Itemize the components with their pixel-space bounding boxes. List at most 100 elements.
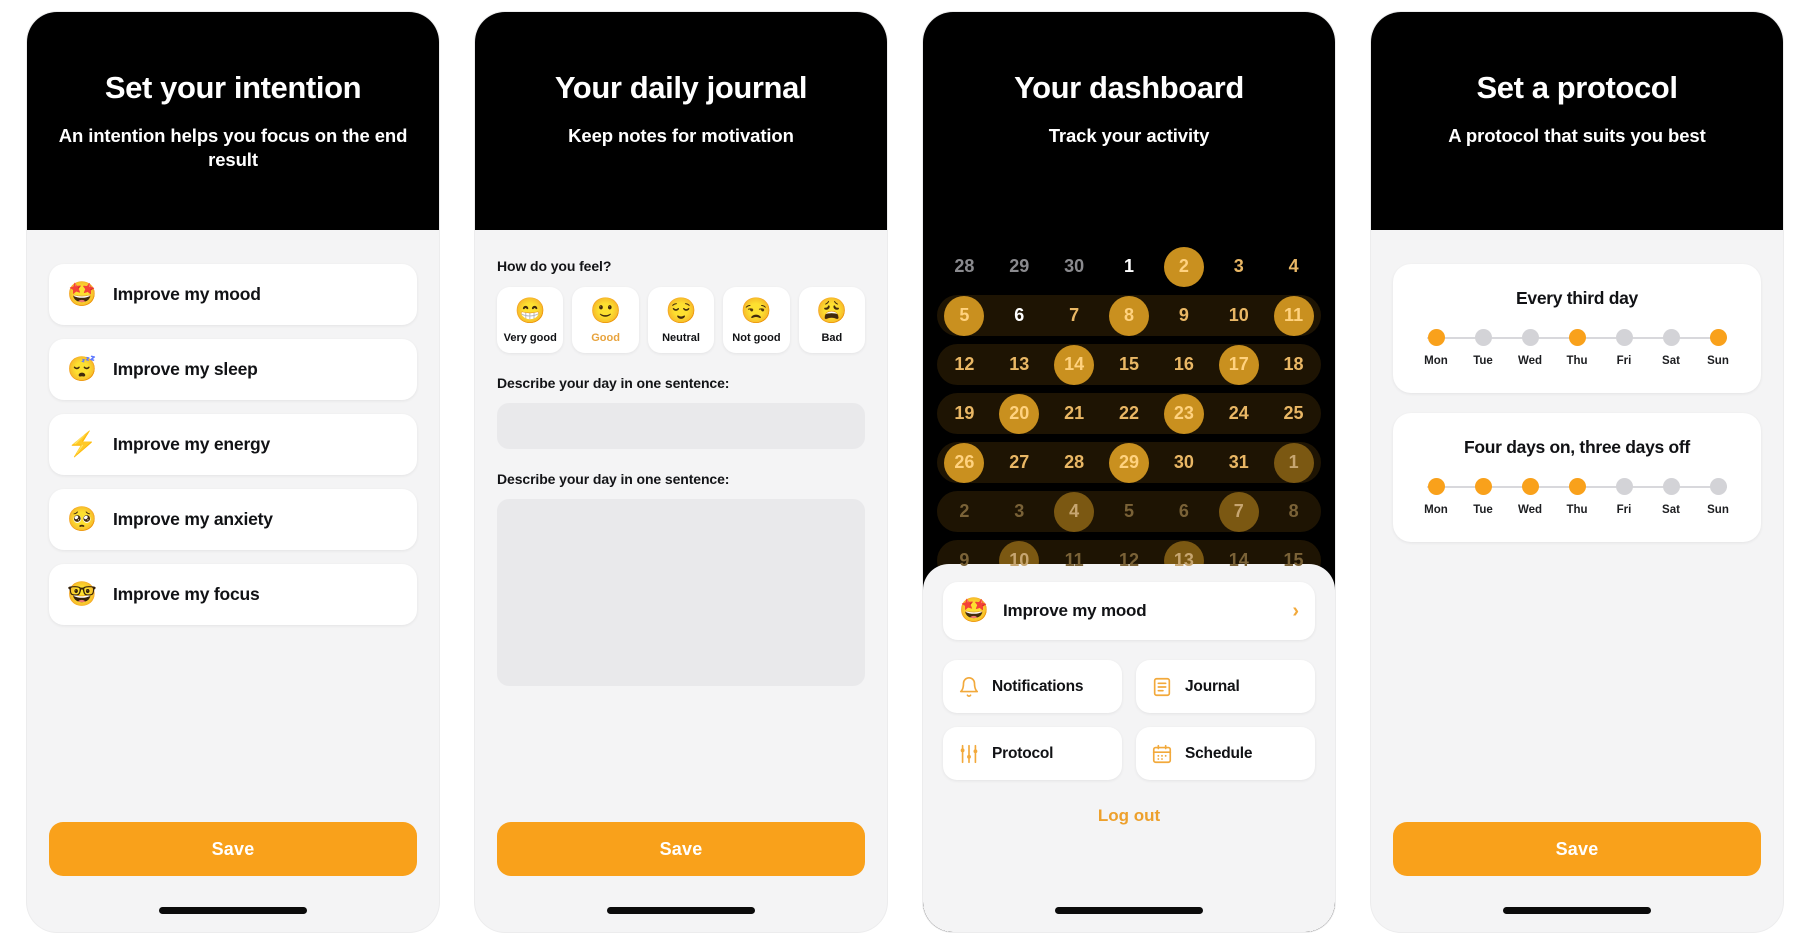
- calendar-day-cell[interactable]: 11: [1266, 295, 1321, 336]
- tile-label: Schedule: [1185, 744, 1253, 762]
- calendar-day-number: 13: [1173, 550, 1194, 570]
- save-button[interactable]: Save: [49, 822, 417, 876]
- day-label: Mon: [1424, 504, 1448, 516]
- calendar-day-cell[interactable]: 30: [1156, 442, 1211, 483]
- mood-option-bad[interactable]: 😩 Bad: [798, 287, 866, 354]
- tile-journal[interactable]: Journal: [1136, 660, 1315, 713]
- calendar-day-cell[interactable]: 10: [1211, 295, 1266, 336]
- list-item-label: Improve my sleep: [113, 359, 258, 379]
- calendar-day-cell[interactable]: 20: [992, 393, 1047, 434]
- calendar-day-cell[interactable]: 26: [937, 442, 992, 483]
- calendar-day-cell[interactable]: 7: [1211, 491, 1266, 532]
- calendar-day-cell[interactable]: 29: [992, 246, 1047, 287]
- calendar-day-cell[interactable]: 22: [1102, 393, 1157, 434]
- tile-notifications[interactable]: Notifications: [943, 660, 1122, 713]
- mood-option-not-good[interactable]: 😒 Not good: [723, 287, 790, 354]
- calendar-day-cell[interactable]: 5: [1102, 491, 1157, 532]
- calendar-day-number: 1: [1123, 256, 1134, 276]
- mood-option-very-good[interactable]: 😁 Very good: [497, 287, 564, 354]
- list-item[interactable]: 🥺 Improve my anxiety: [49, 489, 417, 550]
- calendar-day-cell[interactable]: 9: [1156, 295, 1211, 336]
- calendar-day-cell[interactable]: 27: [992, 442, 1047, 483]
- calendar-day-cell[interactable]: 8: [1102, 295, 1157, 336]
- calendar-icon: [1151, 743, 1173, 765]
- calendar-day-number: 3: [1233, 256, 1244, 276]
- protocol-day-toggle[interactable]: Sun: [1699, 478, 1737, 516]
- protocol-day-toggle[interactable]: Mon: [1417, 478, 1455, 516]
- day-label: Sat: [1662, 355, 1680, 367]
- day-dot-icon: [1521, 478, 1539, 495]
- lightning-bolt-emoji-icon: ⚡: [67, 430, 97, 458]
- calendar-day-cell[interactable]: 8: [1266, 491, 1321, 532]
- list-item[interactable]: ⚡ Improve my energy: [49, 414, 417, 475]
- protocol-option-title: Four days on, three days off: [1464, 437, 1690, 457]
- protocol-day-toggle[interactable]: Fri: [1605, 478, 1643, 516]
- calendar-day-number: 18: [1283, 354, 1304, 374]
- calendar-day-cell[interactable]: 4: [1266, 246, 1321, 287]
- calendar-day-cell[interactable]: 6: [1156, 491, 1211, 532]
- list-item-label: Improve my focus: [113, 584, 260, 604]
- describe-day-input-one[interactable]: [497, 403, 865, 450]
- calendar-day-number: 9: [1178, 305, 1189, 325]
- protocol-day-toggle[interactable]: Tue: [1464, 329, 1502, 367]
- calendar-day-cell[interactable]: 28: [937, 246, 992, 287]
- tile-protocol[interactable]: Protocol: [943, 727, 1122, 780]
- protocol-day-toggle[interactable]: Tue: [1464, 478, 1502, 516]
- tile-schedule[interactable]: Schedule: [1136, 727, 1315, 780]
- list-item[interactable]: 🤩 Improve my mood: [49, 264, 417, 325]
- calendar-day-cell[interactable]: 18: [1266, 344, 1321, 385]
- calendar-day-cell[interactable]: 7: [1047, 295, 1102, 336]
- save-button[interactable]: Save: [497, 822, 865, 876]
- calendar-day-cell[interactable]: 3: [992, 491, 1047, 532]
- day-dot-icon: [1427, 329, 1445, 346]
- calendar-day-cell[interactable]: 1: [1102, 246, 1157, 287]
- calendar-day-cell[interactable]: 4: [1047, 491, 1102, 532]
- calendar-day-cell[interactable]: 2: [1156, 246, 1211, 287]
- calendar-day-cell[interactable]: 1: [1266, 442, 1321, 483]
- mood-option-good[interactable]: 🙂 Good: [572, 287, 639, 354]
- screen-dashboard: Your dashboard Track your activity 28 29 3…: [923, 12, 1335, 932]
- calendar-day-cell[interactable]: 5: [937, 295, 992, 336]
- calendar-day-cell[interactable]: 19: [937, 393, 992, 434]
- calendar-day-cell[interactable]: 25: [1266, 393, 1321, 434]
- calendar-day-cell[interactable]: 13: [992, 344, 1047, 385]
- protocol-option-card[interactable]: Four days on, three days off Mon Tue Wed Thu…: [1393, 413, 1761, 542]
- protocol-day-toggle[interactable]: Fri: [1605, 329, 1643, 367]
- calendar-day-cell[interactable]: 2: [937, 491, 992, 532]
- protocol-option-card[interactable]: Every third day Mon Tue Wed Thu Fri Sat Sun: [1393, 264, 1761, 393]
- home-indicator: [1503, 907, 1651, 914]
- calendar-day-cell[interactable]: 17: [1211, 344, 1266, 385]
- calendar-day-cell[interactable]: 23: [1156, 393, 1211, 434]
- calendar-day-cell[interactable]: 6: [992, 295, 1047, 336]
- calendar-day-number: 24: [1228, 403, 1249, 423]
- protocol-day-toggle[interactable]: Mon: [1417, 329, 1455, 367]
- mood-option-neutral[interactable]: 😌 Neutral: [647, 287, 715, 354]
- calendar-day-cell[interactable]: 3: [1211, 246, 1266, 287]
- describe-day-textarea-two[interactable]: [497, 499, 865, 687]
- calendar-day-cell[interactable]: 31: [1211, 442, 1266, 483]
- calendar-day-cell[interactable]: 29: [1102, 442, 1157, 483]
- protocol-day-toggle[interactable]: Thu: [1558, 329, 1596, 367]
- protocol-day-toggle[interactable]: Wed: [1511, 478, 1549, 516]
- protocol-day-toggle[interactable]: Wed: [1511, 329, 1549, 367]
- save-button[interactable]: Save: [1393, 822, 1761, 876]
- calendar-day-cell[interactable]: 12: [937, 344, 992, 385]
- logout-button[interactable]: Log out: [943, 806, 1315, 826]
- mood-option-label: Neutral: [662, 332, 700, 345]
- calendar-day-cell[interactable]: 24: [1211, 393, 1266, 434]
- calendar-day-number: 29: [1118, 452, 1139, 472]
- calendar-day-cell[interactable]: 28: [1047, 442, 1102, 483]
- intention-header: Set your intention An intention helps yo…: [27, 12, 439, 230]
- protocol-day-toggle[interactable]: Sat: [1652, 478, 1690, 516]
- calendar-day-cell[interactable]: 16: [1156, 344, 1211, 385]
- list-item[interactable]: 🤓 Improve my focus: [49, 564, 417, 625]
- calendar-day-cell[interactable]: 30: [1047, 246, 1102, 287]
- protocol-day-toggle[interactable]: Thu: [1558, 478, 1596, 516]
- current-intention-row[interactable]: 🤩 Improve my mood ›: [943, 582, 1315, 640]
- calendar-day-cell[interactable]: 21: [1047, 393, 1102, 434]
- calendar-day-cell[interactable]: 15: [1102, 344, 1157, 385]
- protocol-day-toggle[interactable]: Sun: [1699, 329, 1737, 367]
- protocol-day-toggle[interactable]: Sat: [1652, 329, 1690, 367]
- list-item[interactable]: 😴 Improve my sleep: [49, 339, 417, 400]
- calendar-day-cell[interactable]: 14: [1047, 344, 1102, 385]
